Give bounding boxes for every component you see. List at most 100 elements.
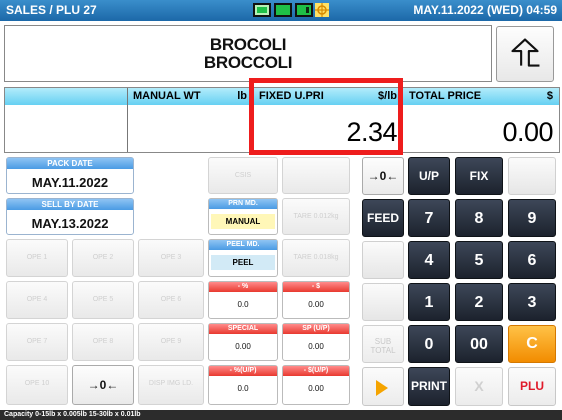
blank-key-1	[282, 157, 350, 194]
manual-weight-label: MANUAL WT	[133, 90, 201, 102]
ope-3-key[interactable]: OPE 3	[138, 239, 204, 277]
digit-1-key[interactable]: 1	[408, 283, 450, 321]
zero-indicator-icon	[274, 3, 292, 17]
display-image-load-key[interactable]: DISP IMG LD.	[138, 365, 204, 405]
blank-header	[5, 88, 127, 105]
special-price-key[interactable]: SPECIAL 0.00	[208, 323, 278, 361]
title-bar: SALES / PLU 27 MAY.11.2022 (WED) 04:59	[0, 0, 562, 21]
digit-3-key[interactable]: 3	[508, 283, 556, 321]
manual-weight-header: MANUAL WT lb	[127, 88, 253, 105]
dollar-unit-price-discount-key[interactable]: - $(U/P) 0.00	[282, 365, 350, 405]
stable-indicator-icon	[253, 3, 271, 17]
feed-key[interactable]: FEED	[362, 199, 404, 237]
highlight-box	[249, 78, 403, 155]
multiply-key[interactable]: X	[455, 367, 503, 406]
digit-6-key[interactable]: 6	[508, 241, 556, 279]
blank-key-3	[362, 241, 404, 279]
clear-key[interactable]: C	[508, 325, 556, 363]
play-key[interactable]	[362, 367, 404, 406]
sub-total-key[interactable]: SUB TOTAL	[362, 325, 404, 363]
percent-unit-price-discount-value: 0.0	[237, 384, 249, 393]
unit-price-key[interactable]: U/P	[408, 157, 450, 195]
date-time: MAY.11.2022 (WED) 04:59	[413, 3, 557, 17]
digit-6-label: 6	[527, 252, 537, 269]
ope-7-key[interactable]: OPE 7	[6, 323, 68, 361]
percent-discount-label: - %	[209, 282, 277, 292]
digit-0-key[interactable]: 0	[408, 325, 450, 363]
ope-4-key[interactable]: OPE 4	[6, 281, 68, 319]
return-arrow-icon	[511, 38, 540, 67]
percent-unit-price-discount-label: - %(U/P)	[209, 366, 277, 376]
percent-unit-price-discount-key[interactable]: - %(U/P) 0.0	[208, 365, 278, 405]
ope-8-label: OPE 8	[92, 338, 114, 345]
special-unit-price-label: SP (U/P)	[283, 324, 349, 334]
sell-by-date-value: MAY.13.2022	[31, 216, 109, 231]
ope-9-key[interactable]: OPE 9	[138, 323, 204, 361]
digit-4-key[interactable]: 4	[408, 241, 450, 279]
ope-10-key[interactable]: OPE 10	[6, 365, 68, 405]
dollar-discount-label: - $	[283, 282, 349, 292]
peel-mode-label: PEEL MD.	[209, 240, 277, 250]
digit-8-key[interactable]: 8	[455, 199, 503, 237]
blank-key-2	[508, 157, 556, 195]
ope-5-key[interactable]: OPE 5	[72, 281, 134, 319]
ope-1-key[interactable]: OPE 1	[6, 239, 68, 277]
sell-by-date-key[interactable]: SELL BY DATE MAY.13.2022	[6, 198, 134, 235]
ope-5-label: OPE 5	[92, 296, 114, 303]
fix-label: FIX	[469, 169, 489, 183]
display-image-load-label: DISP IMG LD.	[148, 380, 194, 387]
zero-key[interactable]: →0←	[362, 157, 404, 195]
dollar-discount-key[interactable]: - $ 0.00	[282, 281, 350, 319]
item-name-line-2: BROCCOLI	[203, 53, 293, 72]
plu-label: PLU	[520, 379, 544, 393]
ope-2-label: OPE 2	[92, 254, 114, 261]
ope-9-label: OPE 9	[160, 338, 182, 345]
print-mode-key[interactable]: PRN MD. MANUAL	[208, 198, 278, 235]
feed-label: FEED	[366, 211, 399, 225]
digit-8-label: 8	[474, 210, 484, 227]
fix-key[interactable]: FIX	[455, 157, 503, 195]
tare-key-2[interactable]: TARE 0.018kg	[282, 239, 350, 277]
pack-date-key[interactable]: PACK DATE MAY.11.2022	[6, 157, 134, 194]
digit-2-key[interactable]: 2	[455, 283, 503, 321]
double-zero-key[interactable]: 00	[455, 325, 503, 363]
total-price-label: TOTAL PRICE	[409, 90, 482, 102]
manual-weight-cell[interactable]	[127, 105, 253, 152]
dollar-unit-price-discount-label: - $(U/P)	[283, 366, 349, 376]
digit-9-key[interactable]: 9	[508, 199, 556, 237]
ope-8-key[interactable]: OPE 8	[72, 323, 134, 361]
back-button[interactable]	[496, 26, 554, 82]
item-name-display: BROCOLI BROCCOLI	[4, 25, 492, 82]
pack-date-value: MAY.11.2022	[31, 175, 109, 190]
network-icon	[315, 3, 329, 17]
unit-price-label: U/P	[418, 169, 439, 183]
zero-left-label: →0←	[87, 378, 119, 392]
peel-mode-value: PEEL	[211, 255, 275, 270]
item-name-line-1: BROCOLI	[209, 35, 287, 54]
digit-7-key[interactable]: 7	[408, 199, 450, 237]
tare-2-label: TARE 0.018kg	[293, 254, 339, 261]
special-unit-price-key[interactable]: SP (U/P) 0.00	[282, 323, 350, 361]
digit-5-label: 5	[474, 252, 484, 269]
ope-10-label: OPE 10	[24, 380, 50, 387]
tare-indicator-icon	[295, 3, 313, 17]
mode-title: SALES / PLU 27	[6, 3, 97, 17]
csis-key[interactable]: CSIS	[208, 157, 278, 194]
peel-mode-key[interactable]: PEEL MD. PEEL	[208, 239, 278, 277]
percent-discount-key[interactable]: - % 0.0	[208, 281, 278, 319]
print-mode-value: MANUAL	[211, 214, 275, 229]
print-key[interactable]: PRINT	[408, 367, 450, 406]
csis-label: CSIS	[234, 172, 252, 179]
tare-key-1[interactable]: TARE 0.012kg	[282, 198, 350, 235]
dollar-unit-price-discount-value: 0.00	[308, 384, 324, 393]
digit-1-label: 1	[424, 294, 434, 311]
ope-7-label: OPE 7	[26, 338, 48, 345]
ope-2-key[interactable]: OPE 2	[72, 239, 134, 277]
play-triangle-icon	[376, 380, 388, 396]
digit-5-key[interactable]: 5	[455, 241, 503, 279]
dollar-discount-value: 0.00	[308, 300, 324, 309]
plu-key[interactable]: PLU	[508, 367, 556, 406]
zero-key-left[interactable]: →0←	[72, 365, 134, 405]
special-price-value: 0.00	[235, 342, 251, 351]
ope-6-key[interactable]: OPE 6	[138, 281, 204, 319]
